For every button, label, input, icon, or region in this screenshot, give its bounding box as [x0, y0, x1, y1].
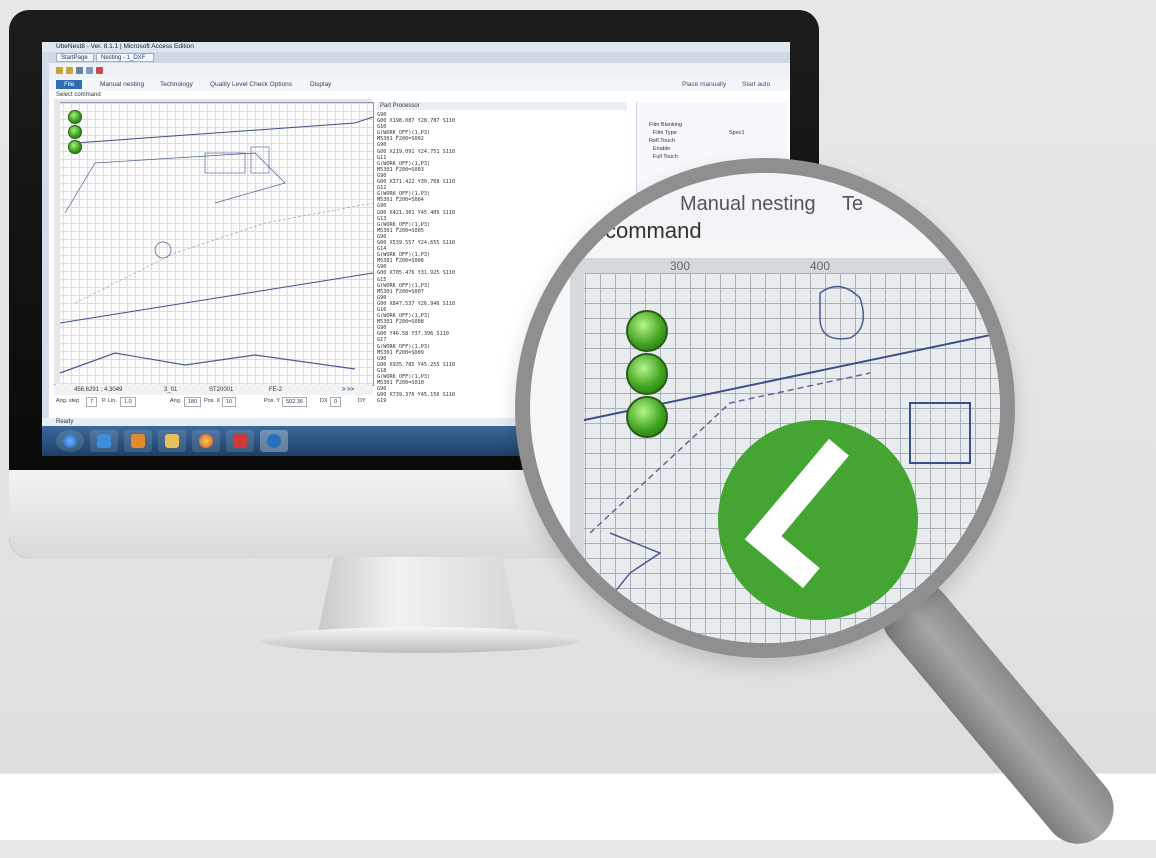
taskbar-app-2[interactable]	[124, 430, 152, 452]
undo-icon[interactable]	[86, 67, 93, 74]
prop-full-touch: Full Touch	[653, 154, 678, 160]
window-title: UbeNest8 - Ver. 8.1.1 | Microsoft Access…	[42, 42, 790, 52]
status-led-2	[68, 125, 82, 139]
status-led-1	[68, 110, 82, 124]
start-auto-button[interactable]: Start auto	[742, 80, 770, 89]
ribbon-tab-file[interactable]: File	[56, 80, 83, 89]
taskbar-app-4[interactable]	[192, 430, 220, 452]
save-folder-icon[interactable]	[66, 67, 73, 74]
delete-icon[interactable]	[96, 67, 103, 74]
ribbon-tab-display[interactable]: Display	[310, 80, 331, 89]
placement-inputs: Ang. step 7 P. Lin. 1.0 Ang. 180 Pos. X …	[54, 396, 372, 407]
zoom-ruler-300: 300	[670, 259, 691, 273]
prop-film-type-value[interactable]: Spec1	[729, 130, 745, 136]
prop-film-type: Film Type	[653, 130, 677, 136]
status-led-3	[68, 140, 82, 154]
command-prompt: Select command	[42, 91, 790, 99]
open-folder-icon[interactable]	[56, 67, 63, 74]
tab-nesting[interactable]: Nesting - 1_DXF	[96, 53, 154, 62]
checkmark-badge	[718, 420, 918, 620]
teamviewer-icon	[267, 434, 281, 448]
start-button[interactable]	[56, 430, 84, 452]
p-lin-field[interactable]: 1.0	[120, 397, 136, 407]
sheet-drawing	[59, 116, 373, 374]
part-id: 3_01	[164, 387, 178, 393]
ribbon-tab-manual-nesting[interactable]: Manual nesting	[100, 80, 144, 89]
place-manually-button[interactable]: Place manually	[682, 80, 726, 89]
ribbon-tab-technology[interactable]: Technology	[160, 80, 193, 89]
folder-icon	[165, 434, 179, 448]
checkmark-icon	[744, 438, 888, 589]
taskbar-app-6[interactable]	[260, 430, 288, 452]
zoom-led-1	[626, 310, 668, 352]
dx-label: DX	[320, 398, 328, 404]
zoom-ribbon: Manual nesting Te	[530, 173, 1000, 233]
tab-startpage[interactable]: StartPage	[56, 53, 94, 62]
cursor-position: 456.6291 ; 4.3049	[74, 387, 123, 393]
part-processor-title: Part Processor	[377, 102, 627, 110]
taskbar-app-1[interactable]	[90, 430, 118, 452]
ribbon: File Manual nesting Technology Quality L…	[42, 78, 790, 92]
vertical-ruler	[54, 102, 60, 384]
monitor-base	[260, 627, 580, 653]
print-icon[interactable]	[76, 67, 83, 74]
zoom-command: command	[605, 218, 702, 243]
zoom-ruler: 300 400	[570, 258, 1000, 274]
p-lin-label: P. Lin.	[102, 398, 117, 404]
office-icon	[131, 434, 145, 448]
zoom-led-3	[626, 396, 668, 438]
ribbon-tab-quality[interactable]: Quality Level Check Options	[210, 80, 292, 89]
pos-y-label: Pos. Y	[264, 398, 281, 404]
chrome-icon	[199, 434, 213, 448]
windows-icon	[63, 434, 77, 448]
zoom-tab-next[interactable]: Te	[842, 193, 863, 216]
pos-x-field[interactable]: 10	[222, 397, 237, 407]
ang-step-field[interactable]: 7	[86, 397, 98, 407]
taskbar-app-3[interactable]	[158, 430, 186, 452]
document-tabs: StartPage Nesting - 1_DXF	[42, 52, 790, 63]
dy-label: DY	[358, 398, 366, 404]
scene: UbeNest8 - Ver. 8.1.1 | Microsoft Access…	[0, 0, 1156, 858]
zoom-ruler-400: 400	[810, 259, 831, 273]
prop-enable: Enable	[653, 146, 671, 152]
quick-toolbar	[42, 63, 790, 78]
monitor-stand	[318, 557, 518, 632]
prop-film-blanking: Film Blanking	[649, 122, 683, 128]
next-button[interactable]: > >>	[342, 385, 354, 395]
material-id: FE-2	[269, 387, 283, 393]
coordinate-bar: 456.6291 ; 4.3049 3_01 ST20001 FE-2 > >>	[54, 385, 372, 395]
taskbar-app-5[interactable]	[226, 430, 254, 452]
ang-label: Ang.	[170, 398, 182, 404]
grid-app-icon	[97, 434, 111, 448]
zoom-tab-manual-nesting[interactable]: Manual nesting	[680, 193, 816, 216]
zoom-led-2	[626, 353, 668, 395]
dx-field[interactable]: 0	[330, 397, 342, 407]
prop-refl-touch: Refl.Touch	[649, 138, 675, 144]
ang-field[interactable]: 180	[184, 397, 202, 407]
zoom-left-ruler	[570, 273, 584, 643]
left-sidebar[interactable]	[42, 52, 49, 422]
sheet-id: ST20001	[209, 387, 234, 393]
pos-x-label: Pos. X	[204, 398, 221, 404]
nesting-canvas[interactable]	[54, 102, 374, 386]
pos-y-field[interactable]: 502.36	[282, 397, 307, 407]
ang-step-label: Ang. step	[56, 398, 80, 404]
ubenest-icon	[233, 434, 247, 448]
